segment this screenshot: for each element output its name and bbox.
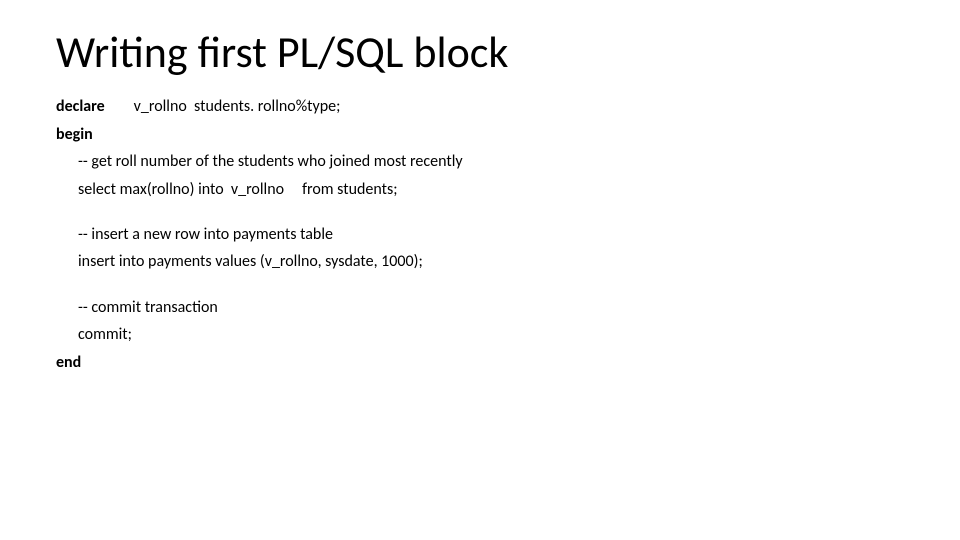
code-line-commit: commit; [56,326,904,344]
code-line-comment-1: -- get roll number of the students who j… [56,153,904,171]
declare-rest: v_rollno students. rollno%type; [105,97,341,116]
blank-line [56,281,904,299]
code-block: declare v_rollno students. rollno%type; … [56,98,904,372]
code-line-comment-2: -- insert a new row into payments table [56,226,904,244]
code-line-comment-3: -- commit transaction [56,299,904,317]
code-line-select: select max(rollno) into v_rollno from st… [56,181,904,199]
slide: Writing first PL/SQL block declare v_rol… [0,0,960,540]
slide-title: Writing first PL/SQL block [56,28,904,76]
code-line-declare: declare v_rollno students. rollno%type; [56,98,904,116]
code-line-end: end [56,354,904,372]
blank-line [56,208,904,226]
code-line-begin: begin [56,126,904,144]
declare-keyword: declare [56,97,105,116]
code-line-insert: insert into payments values (v_rollno, s… [56,253,904,271]
